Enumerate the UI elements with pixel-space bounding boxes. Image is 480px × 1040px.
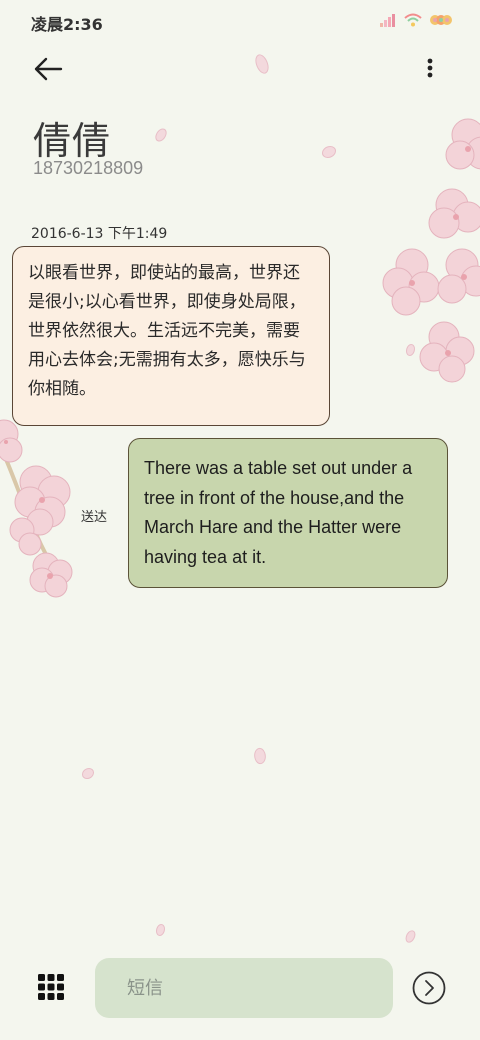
send-arrow-icon	[412, 971, 446, 1009]
more-vertical-icon	[418, 58, 442, 88]
outgoing-message-text: There was a table set out under a tree i…	[144, 458, 413, 567]
apps-button[interactable]	[38, 974, 64, 1000]
more-options-button[interactable]	[418, 54, 442, 84]
status-bar: 凌晨2:36	[0, 0, 480, 40]
status-time: 凌晨2:36	[31, 15, 103, 34]
status-icons	[380, 12, 452, 31]
petal-decoration	[404, 929, 417, 944]
petal-decoration	[251, 746, 269, 766]
message-timestamp: 2016-6-13 下午1:49	[31, 226, 168, 242]
grid-icon	[38, 974, 64, 1004]
incoming-message-bubble[interactable]: 以眼看世界，即使站的最高，世界还是很小;以心看世界，即使身处局限，世界依然很大。…	[12, 246, 330, 426]
petal-decoration	[153, 126, 169, 144]
cherry-blossom-decoration-right	[372, 105, 480, 385]
petal-decoration	[322, 146, 336, 158]
sms-input[interactable]	[95, 958, 393, 1018]
arrow-left-icon	[32, 57, 68, 88]
petal-decoration	[82, 768, 94, 779]
battery-icon	[430, 12, 452, 31]
petal-decoration	[251, 52, 273, 76]
delivery-status: 送达	[81, 510, 108, 525]
wifi-icon	[404, 12, 422, 31]
back-button[interactable]	[32, 54, 68, 84]
cherry-blossom-decoration-left	[0, 410, 90, 600]
signal-bars-icon	[380, 12, 396, 31]
petal-decoration	[156, 924, 165, 936]
contact-name: 倩倩	[33, 119, 112, 163]
incoming-message-text: 以眼看世界，即使站的最高，世界还是很小;以心看世界，即使身处局限，世界依然很大。…	[28, 263, 306, 399]
send-button[interactable]	[412, 971, 446, 1005]
outgoing-message-bubble[interactable]: There was a table set out under a tree i…	[128, 438, 448, 588]
contact-number[interactable]: 18730218809	[33, 158, 143, 179]
